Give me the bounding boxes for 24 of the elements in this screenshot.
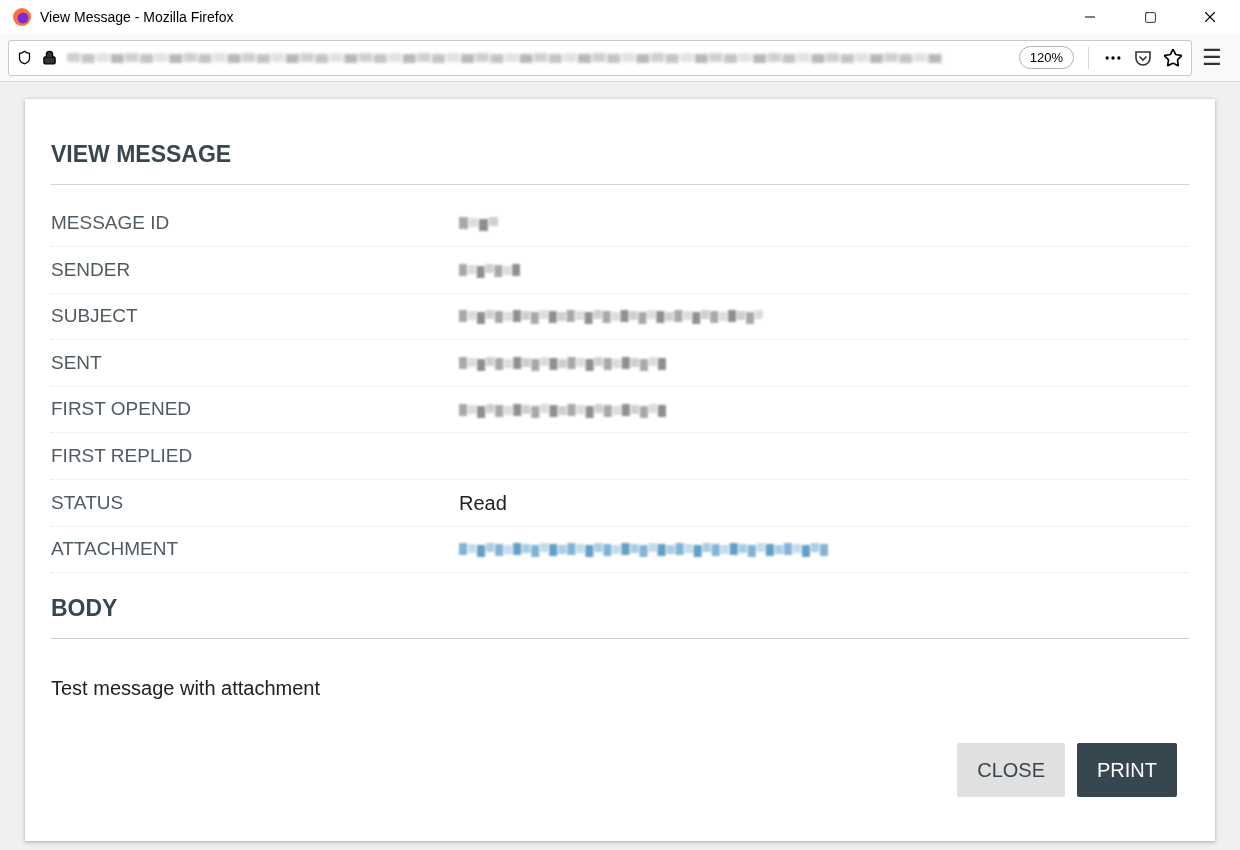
dialog-title: VIEW MESSAGE bbox=[51, 141, 232, 167]
redacted-link[interactable] bbox=[459, 540, 829, 559]
field-label: STATUS bbox=[51, 490, 125, 515]
field-label: FIRST REPLIED bbox=[51, 444, 194, 468]
address-bar[interactable]: 120% bbox=[8, 39, 1192, 76]
close-button[interactable]: CLOSE bbox=[957, 742, 1065, 797]
field-label: MESSAGE ID bbox=[51, 211, 171, 236]
field-label: SENDER bbox=[51, 257, 132, 282]
field-label: SENT bbox=[51, 350, 103, 375]
field-value: Read bbox=[459, 490, 507, 516]
message-body: Test message with attachment bbox=[51, 675, 321, 701]
shield-icon[interactable] bbox=[17, 50, 32, 65]
field-label: ATTACHMENT bbox=[51, 537, 179, 562]
browser-logo-icon bbox=[12, 7, 32, 27]
maximize-icon[interactable] bbox=[1143, 10, 1157, 24]
menu-button[interactable]: ☰ bbox=[1192, 41, 1232, 74]
redacted-value bbox=[459, 214, 499, 233]
lock-icon[interactable] bbox=[42, 50, 57, 65]
field-label: FIRST OPENED bbox=[51, 397, 193, 422]
field-label: SUBJECT bbox=[51, 304, 139, 329]
section-title: BODY bbox=[51, 595, 118, 622]
window-title: View Message - Mozilla Firefox bbox=[40, 7, 234, 27]
print-button[interactable]: PRINT bbox=[1077, 742, 1177, 797]
star-icon[interactable] bbox=[1163, 47, 1183, 68]
